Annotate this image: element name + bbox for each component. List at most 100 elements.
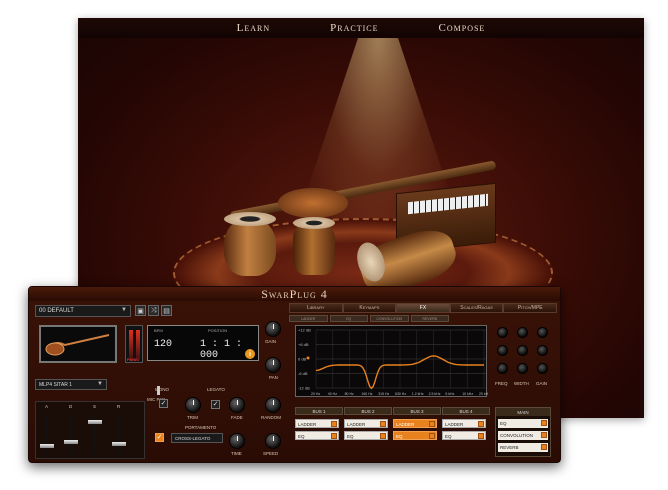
tab-fx[interactable]: FX xyxy=(396,303,450,313)
portamento-mode-value: CROSS-LEGATO xyxy=(175,436,211,441)
bus-2-header[interactable]: BUS 2 xyxy=(344,407,392,415)
fader-label-d: D xyxy=(69,404,73,409)
legato-checkbox[interactable]: ✓ xyxy=(211,400,220,409)
instrument-dropdown[interactable]: MLP4 SITAR 1 ▼ xyxy=(35,379,107,390)
meter-bar-right xyxy=(136,330,140,360)
eq-knob[interactable] xyxy=(517,345,528,356)
subtab-eq[interactable]: EQ xyxy=(329,315,368,322)
eq-y-tick-label: -12 dB xyxy=(298,386,310,391)
eq-knob[interactable] xyxy=(517,363,528,374)
tab-scales-ragas[interactable]: Scales/Ragas xyxy=(449,303,504,313)
random-knob[interactable] xyxy=(265,397,281,413)
trim-knob[interactable] xyxy=(185,397,201,413)
slot-toggle[interactable] xyxy=(331,421,337,427)
slot-toggle[interactable] xyxy=(429,433,435,439)
decay-track xyxy=(70,416,72,454)
subtab-convolution[interactable]: CONVOLUTION xyxy=(370,315,409,322)
bus-1-header[interactable]: BUS 1 xyxy=(295,407,343,415)
nav-learn[interactable]: Learn xyxy=(237,22,271,34)
main-convolution[interactable]: CONVOLUTION xyxy=(498,431,548,440)
slot-toggle[interactable] xyxy=(429,421,435,427)
slot-label: EQ xyxy=(396,434,403,439)
portamento-checkbox[interactable]: ✓ xyxy=(155,433,164,442)
panic-button[interactable]: PANIC xyxy=(127,357,139,362)
shuffle-icon[interactable]: ⤨ xyxy=(148,305,159,316)
meter-bar-left xyxy=(129,330,133,360)
info-icon[interactable]: i xyxy=(245,349,255,359)
slot-toggle[interactable] xyxy=(331,433,337,439)
slot-toggle[interactable] xyxy=(478,421,484,427)
main-item-label: REVERB xyxy=(500,445,519,450)
decay-fader[interactable] xyxy=(64,440,78,444)
attack-fader[interactable] xyxy=(40,444,54,448)
release-fader[interactable] xyxy=(112,442,126,446)
mono-label: MONO xyxy=(155,387,169,392)
slot-label: LADDER xyxy=(298,422,317,427)
preset-dropdown[interactable]: 00 DEFAULT ▼ xyxy=(35,305,131,317)
mono-checkbox[interactable]: ✓ xyxy=(159,399,168,408)
sitar-body-image xyxy=(278,188,348,218)
eq-knob[interactable] xyxy=(517,327,528,338)
bus-1-slot-eq[interactable]: EQ xyxy=(295,431,339,440)
gain-knob[interactable] xyxy=(265,321,281,337)
eq-x-tick-label: 20 Hz xyxy=(311,392,320,396)
subtab-ladder[interactable]: LADDER xyxy=(289,315,328,322)
bus-3-slot-ladder[interactable]: LADDER xyxy=(393,419,437,428)
main-toggle[interactable] xyxy=(541,420,547,426)
main-bus: MAIN EQ CONVOLUTION REVERB xyxy=(495,407,551,457)
nav-compose[interactable]: Compose xyxy=(439,22,486,34)
eq-graph[interactable]: +12 dB +6 dB 0 dB -6 dB -12 dB 20 Hz 40 Hz 80 … xyxy=(295,325,488,397)
eq-y-tick-label: 0 dB xyxy=(298,357,307,362)
eq-node xyxy=(306,356,310,360)
bus-4-slot-eq[interactable]: EQ xyxy=(442,431,486,440)
gain-label: GAIN xyxy=(265,339,277,344)
save-icon[interactable]: ▣ xyxy=(135,305,146,316)
main-header: MAIN xyxy=(496,408,550,416)
trim-label: TRIM xyxy=(187,415,198,420)
sustain-fader[interactable] xyxy=(88,420,102,424)
eq-knob[interactable] xyxy=(497,363,508,374)
eq-knob[interactable] xyxy=(537,327,548,338)
bus-3-slot-eq[interactable]: EQ xyxy=(393,431,437,440)
main-reverb[interactable]: REVERB xyxy=(498,443,548,452)
plugin-title: SwarPlug 4 xyxy=(261,286,328,301)
tab-keymaps[interactable]: Keymaps xyxy=(342,303,397,313)
eq-knob[interactable] xyxy=(497,345,508,356)
bus-2-slot-ladder[interactable]: LADDER xyxy=(344,419,388,428)
release-track xyxy=(118,416,120,454)
bus-3-header[interactable]: BUS 3 xyxy=(393,407,441,415)
portamento-mode-dropdown[interactable]: CROSS-LEGATO xyxy=(171,433,223,443)
bus-1-slot-ladder[interactable]: LADDER xyxy=(295,419,339,428)
main-item-label: EQ xyxy=(500,421,507,426)
nav-practice[interactable]: Practice xyxy=(330,22,378,34)
bus-4-slot-ladder[interactable]: LADDER xyxy=(442,419,486,428)
bus-2-slot-eq[interactable]: EQ xyxy=(344,431,388,440)
bus-4-header[interactable]: BUS 4 xyxy=(442,407,490,415)
eq-x-tick-label: 315 Hz xyxy=(378,392,389,396)
time-knob[interactable] xyxy=(229,433,245,449)
pan-knob[interactable] xyxy=(265,357,281,373)
main-toggle[interactable] xyxy=(541,432,547,438)
eq-graph-svg: +12 dB +6 dB 0 dB -6 dB -12 dB 20 Hz 40 Hz 80 … xyxy=(298,328,488,397)
main-eq[interactable]: EQ xyxy=(498,419,548,428)
subtab-reverb[interactable]: REVERB xyxy=(410,315,449,322)
tab-pitch-mpe[interactable]: Pitch/MPE xyxy=(503,303,557,313)
fade-knob[interactable] xyxy=(229,397,245,413)
main-toggle[interactable] xyxy=(541,444,547,450)
tab-library[interactable]: Library xyxy=(289,303,343,313)
eq-knob[interactable] xyxy=(537,345,548,356)
slot-toggle[interactable] xyxy=(380,421,386,427)
folder-icon[interactable]: ▤ xyxy=(161,305,172,316)
chevron-down-icon: ▼ xyxy=(97,381,103,387)
speed-knob[interactable] xyxy=(265,433,281,449)
tabla-right-image xyxy=(293,223,335,275)
bpm-value[interactable]: 120 xyxy=(154,339,172,350)
width-label: WIDTH xyxy=(514,381,529,386)
slot-toggle[interactable] xyxy=(478,433,484,439)
fade-label: FADE xyxy=(231,415,243,420)
slot-toggle[interactable] xyxy=(380,433,386,439)
position-label: POSITION xyxy=(208,328,228,333)
eq-knob[interactable] xyxy=(497,327,508,338)
eq-knob[interactable] xyxy=(537,363,548,374)
right-panel: Library Keymaps FX Scales/Ragas Pitch/MP… xyxy=(289,303,557,459)
